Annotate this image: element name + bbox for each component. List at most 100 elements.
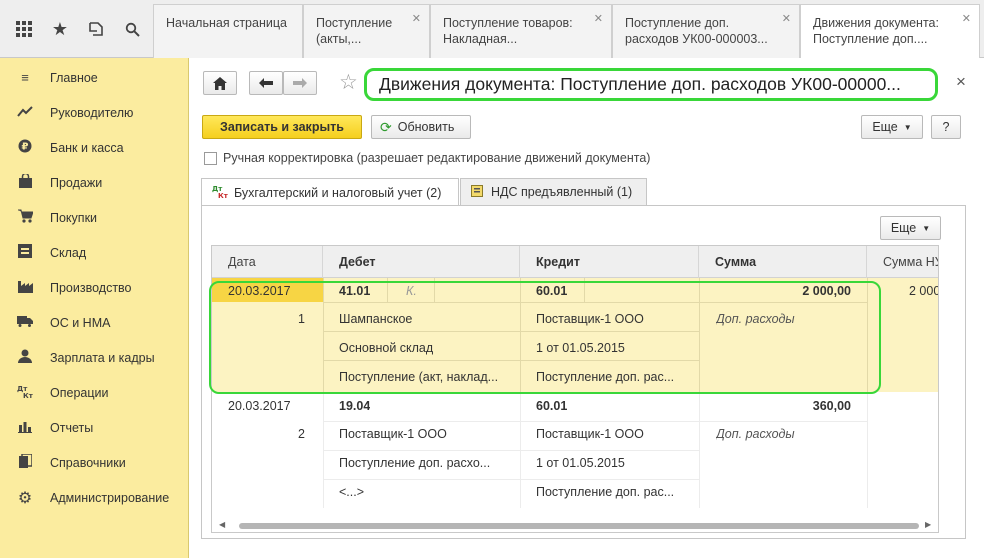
sidebar-item-label: Руководителю [50, 105, 134, 120]
sidebar-item-label: Главное [50, 70, 98, 85]
close-icon[interactable]: ✕ [962, 11, 971, 27]
sidebar-item-bank[interactable]: ₽ Банк и касса [0, 130, 189, 165]
refresh-icon: ⟳ [380, 118, 392, 135]
svg-text:Кт: Кт [218, 192, 228, 198]
sidebar-item-purchases[interactable]: Покупки [0, 200, 189, 235]
sidebar-item-label: Склад [50, 245, 87, 260]
sidebar-item-production[interactable]: Производство [0, 270, 189, 305]
sidebar-item-assets[interactable]: ОС и НМА [0, 305, 189, 340]
back-button[interactable] [249, 71, 283, 95]
divider [520, 392, 521, 508]
tab-document-movements[interactable]: Движения документа: Поступление доп.... … [800, 4, 980, 59]
close-icon[interactable]: ✕ [782, 11, 791, 27]
book-icon [0, 453, 50, 471]
sidebar-item-label: Банк и касса [50, 140, 124, 155]
grid-icon[interactable] [6, 0, 42, 58]
column-header-debit[interactable]: Дебет [323, 246, 520, 278]
sidebar-item-label: Производство [50, 280, 132, 295]
sidebar-item-label: Справочники [50, 455, 126, 470]
history-icon[interactable] [78, 0, 114, 58]
trend-icon [0, 105, 50, 120]
divider [867, 392, 868, 508]
manual-correction-checkbox[interactable] [204, 152, 217, 165]
save-and-close-button[interactable]: Записать и закрыть [202, 115, 362, 139]
refresh-button[interactable]: ⟳ Обновить [371, 115, 471, 139]
column-header-date[interactable]: Дата [212, 246, 323, 278]
horizontal-scrollbar[interactable]: ◀ ▶ [213, 520, 939, 532]
cell-credit-subconto: 1 от 01.05.2015 [536, 456, 625, 470]
home-button[interactable] [203, 71, 237, 95]
sidebar-item-manager[interactable]: Руководителю [0, 95, 189, 130]
sidebar-item-label: ОС и НМА [50, 315, 111, 330]
cart-icon [0, 209, 50, 226]
sidebar-item-main[interactable]: ≡ Главное [0, 60, 189, 95]
column-header-amount[interactable]: Сумма [699, 246, 867, 278]
top-bar: ★ Начальная страница Поступление (акты,.… [0, 0, 984, 59]
cell-amount-note: Доп. расходы [716, 427, 795, 441]
sidebar: ≡ Главное Руководителю ₽ Банк и касса Пр… [0, 58, 189, 558]
sidebar-item-label: Зарплата и кадры [50, 350, 155, 365]
tab-additional-expenses[interactable]: Поступление доп. расходов УК00-000003...… [612, 4, 800, 58]
cell-debit-subconto: Поступление доп. расхо... [339, 456, 491, 470]
close-icon[interactable]: ✕ [594, 11, 603, 27]
close-icon[interactable]: ✕ [412, 11, 421, 27]
menu-icon: ≡ [21, 70, 29, 85]
sidebar-item-directories[interactable]: Справочники [0, 445, 189, 480]
column-header-credit[interactable]: Кредит [520, 246, 699, 278]
sidebar-item-warehouse[interactable]: Склад [0, 235, 189, 270]
sidebar-item-reports[interactable]: Отчеты [0, 410, 189, 445]
tab-label: расходов УК00-000003... [625, 32, 768, 46]
tab-label: Поступление товаров: [443, 16, 573, 30]
sidebar-item-label: Отчеты [50, 420, 94, 435]
tab-accounting[interactable]: Дт Кт Бухгалтерский и налоговый учет (2) [201, 178, 459, 206]
cell-debit-subconto: Поставщик-1 ООО [339, 427, 447, 441]
tab-label: Движения документа: [813, 16, 939, 30]
sidebar-item-administration[interactable]: ⚙ Администрирование [0, 480, 189, 515]
cell-debit-account: 19.04 [339, 399, 371, 413]
tab-label: Поступление доп.... [813, 32, 928, 46]
cell-date: 20.03.2017 [228, 399, 291, 413]
page-title-text: Движения документа: Поступление доп. рас… [379, 74, 901, 94]
cell-credit-subconto: Поставщик-1 ООО [536, 427, 644, 441]
tab-vat[interactable]: НДС предъявленный (1) [460, 178, 647, 205]
arrow-right-icon [293, 78, 307, 88]
tab-label: НДС предъявленный (1) [491, 185, 633, 199]
divider [323, 392, 324, 508]
scrollbar-thumb[interactable] [239, 523, 919, 529]
highlight-outline [209, 281, 881, 394]
forward-button[interactable] [283, 71, 317, 95]
more-label: Еще [890, 221, 917, 235]
close-icon[interactable]: × [956, 72, 966, 92]
favorite-star-icon[interactable]: ☆ [339, 70, 358, 95]
chevron-down-icon: ▼ [922, 223, 931, 233]
home-icon [213, 76, 227, 90]
search-icon[interactable] [114, 0, 150, 58]
manual-correction-label: Ручная корректировка (разрешает редактир… [223, 151, 651, 165]
help-button[interactable]: ? [931, 115, 961, 139]
tab-label: Начальная страница [166, 16, 287, 30]
sidebar-item-payroll[interactable]: Зарплата и кадры [0, 340, 189, 375]
document-movements-window: ☆ Движения документа: Поступление доп. р… [189, 58, 984, 558]
sidebar-item-sales[interactable]: Продажи [0, 165, 189, 200]
divider [323, 450, 699, 451]
scroll-right-icon[interactable]: ▶ [925, 520, 931, 529]
sidebar-item-operations[interactable]: Дт Кт Операции [0, 375, 189, 410]
tab-receipts-list[interactable]: Поступление (акты,... ✕ [303, 4, 430, 58]
person-icon [0, 349, 50, 366]
sidebar-item-label: Продажи [50, 175, 103, 190]
register-icon [471, 184, 483, 200]
column-header-amount-tax[interactable]: Сумма НУ [867, 246, 938, 278]
star-icon[interactable]: ★ [42, 0, 78, 58]
tab-label: (акты,... [316, 32, 362, 46]
scroll-left-icon[interactable]: ◀ [219, 520, 225, 529]
dtkt-icon: Дт Кт [0, 384, 50, 401]
more-button[interactable]: Еще ▼ [861, 115, 923, 139]
page-title: Движения документа: Поступление доп. рас… [364, 68, 938, 101]
bag-icon [0, 172, 50, 191]
tab-goods-receipt[interactable]: Поступление товаров: Накладная... ✕ [430, 4, 612, 58]
grid-more-button[interactable]: Еще ▼ [880, 216, 941, 240]
bar-chart-icon [0, 420, 50, 436]
cell-credit-account: 60.01 [536, 399, 568, 413]
ruble-icon: ₽ [0, 139, 50, 156]
tab-home[interactable]: Начальная страница [153, 4, 303, 58]
